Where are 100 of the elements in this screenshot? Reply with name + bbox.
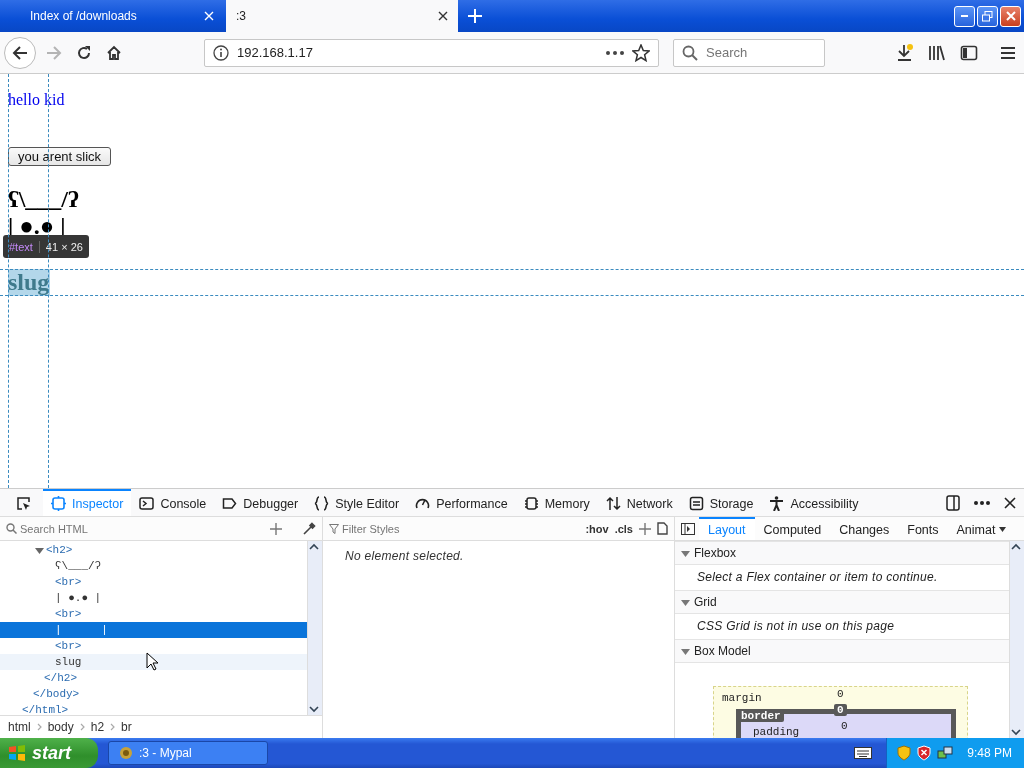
- sidebar-tab[interactable]: Changes: [830, 517, 899, 540]
- markup-line[interactable]: | ●.● |: [55, 590, 307, 606]
- node-name: #text: [3, 240, 40, 253]
- close-icon[interactable]: [438, 11, 448, 21]
- back-button[interactable]: [4, 36, 36, 69]
- markup-line[interactable]: <br>: [55, 638, 307, 654]
- more-icon[interactable]: [974, 500, 990, 505]
- link[interactable]: hello kid: [8, 91, 65, 109]
- devtools-tab[interactable]: Storage: [680, 489, 762, 516]
- expand-triangle-icon[interactable]: [681, 646, 690, 656]
- minimize-icon: [961, 15, 968, 17]
- devtools-tab[interactable]: Network: [597, 489, 681, 516]
- breadcrumb[interactable]: h2: [90, 720, 105, 734]
- node-size: 41 × 26: [44, 240, 84, 253]
- menu-icon: [1000, 44, 1016, 61]
- eyedropper-icon[interactable]: [302, 521, 316, 536]
- more-icon[interactable]: [606, 50, 624, 55]
- library-icon: [928, 43, 946, 62]
- page-button[interactable]: you arent slick: [8, 147, 112, 166]
- add-icon[interactable]: [639, 522, 651, 535]
- box-label: padding: [753, 726, 800, 738]
- dock-icon[interactable]: [946, 494, 960, 511]
- search-html-field[interactable]: Search HTML: [20, 522, 264, 535]
- markup-line[interactable]: </body>: [33, 686, 307, 702]
- markup-line[interactable]: </html>: [22, 702, 307, 715]
- search-bar[interactable]: Search: [673, 38, 825, 67]
- sidebar-toggle-icon[interactable]: [681, 522, 695, 535]
- document-icon[interactable]: [657, 522, 668, 535]
- browser-tab[interactable]: Index of /downloads: [0, 0, 224, 32]
- devtools-tab[interactable]: Performance: [407, 489, 516, 516]
- devtools-tab[interactable]: Console: [131, 489, 215, 516]
- restore-button[interactable]: [977, 5, 998, 27]
- star-icon[interactable]: [632, 43, 650, 62]
- breadcrumb[interactable]: br: [121, 720, 132, 734]
- flag-icon: [8, 744, 26, 762]
- expand-triangle-icon[interactable]: [681, 597, 690, 607]
- devtools-tab[interactable]: Accessibility: [761, 489, 867, 516]
- devtools-tab[interactable]: Inspector: [43, 489, 132, 516]
- devtools-tab[interactable]: Memory: [515, 489, 598, 516]
- chip-icon: [523, 496, 539, 511]
- markup-line[interactable]: ʕ\___/ʔ: [55, 558, 307, 574]
- breadcrumb[interactable]: body: [47, 720, 74, 734]
- network-icon[interactable]: [937, 745, 954, 761]
- expand-triangle-icon[interactable]: [681, 548, 690, 558]
- add-icon[interactable]: [270, 522, 282, 535]
- sidebar-tab[interactable]: Layout: [699, 517, 755, 540]
- tag-icon: [222, 496, 238, 511]
- toggle-button[interactable]: :hov: [585, 522, 609, 535]
- sidebar-icon: [960, 43, 978, 62]
- section-header[interactable]: Grid: [675, 590, 1009, 614]
- braces-icon: [314, 496, 330, 511]
- chevron-icon: [79, 723, 85, 731]
- box-value: 0: [834, 704, 847, 716]
- close-icon[interactable]: [1004, 496, 1016, 509]
- sidebar-tab[interactable]: Computed: [754, 517, 831, 540]
- storage-icon: [688, 496, 704, 511]
- box-value: 0: [841, 720, 848, 732]
- devtools-tab[interactable]: Debugger: [214, 489, 307, 516]
- close-icon: [1005, 11, 1016, 21]
- section-header[interactable]: Box Model: [675, 639, 1009, 663]
- caret-icon: [999, 527, 1007, 532]
- toggle-button[interactable]: .cls: [614, 522, 633, 535]
- markup-line[interactable]: <br>: [55, 606, 307, 622]
- address-bar[interactable]: 192.168.1.17: [204, 38, 659, 67]
- plus-icon[interactable]: [468, 9, 482, 23]
- minimize-button[interactable]: [954, 5, 975, 27]
- element-picker-icon: [16, 496, 31, 511]
- empty-message: No element selected.: [344, 548, 465, 565]
- address-field[interactable]: 192.168.1.17: [237, 45, 598, 60]
- search-field[interactable]: Search: [706, 45, 816, 60]
- clock: 9:48 PM: [967, 746, 1012, 760]
- start-button[interactable]: start: [0, 738, 98, 768]
- frame-icon: [51, 496, 66, 511]
- taskbar-button[interactable]: :3 - Mypal: [108, 741, 268, 765]
- search-icon: [682, 44, 698, 61]
- scrollbar[interactable]: [1009, 541, 1024, 738]
- box-label: border: [738, 710, 784, 722]
- expand-triangle-icon[interactable]: [35, 545, 44, 555]
- section-header[interactable]: Flexbox: [675, 541, 1009, 565]
- markup-line[interactable]: <h2>: [46, 542, 307, 558]
- home-icon: [106, 44, 122, 61]
- section-message: CSS Grid is not in use on this page: [696, 618, 896, 635]
- markup-line[interactable]: <br>: [55, 574, 307, 590]
- keyboard-icon[interactable]: [854, 747, 873, 759]
- scroll-down-icon: [1010, 726, 1022, 738]
- info-icon[interactable]: [213, 44, 229, 61]
- close-button[interactable]: [1000, 5, 1021, 27]
- scrollbar[interactable]: [307, 541, 322, 715]
- terminal-icon: [139, 496, 155, 511]
- sidebar-tab[interactable]: Fonts: [898, 517, 948, 540]
- browser-tab[interactable]: :3: [226, 0, 458, 32]
- sidebar-tab[interactable]: Animat: [947, 517, 1016, 540]
- devtools-tab[interactable]: Style Editor: [306, 489, 408, 516]
- search-icon: [6, 523, 17, 534]
- arrows-icon: [605, 496, 621, 511]
- filter-styles-field[interactable]: Filter Styles: [342, 522, 580, 535]
- back-arrow-icon: [12, 44, 28, 61]
- markup-line[interactable]: </h2>: [44, 670, 307, 686]
- shield-icon[interactable]: [897, 745, 912, 761]
- breadcrumb[interactable]: html: [8, 720, 31, 734]
